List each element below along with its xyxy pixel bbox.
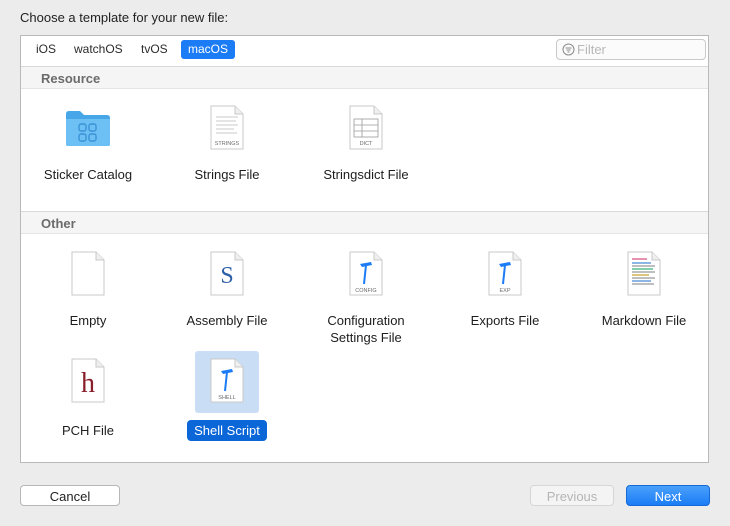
file-badge: SHELL (218, 395, 235, 401)
icon-frame: S (195, 244, 259, 306)
icon-frame (56, 98, 120, 160)
template-label-line1: Configuration (327, 313, 405, 328)
assembly-file-icon: S (210, 251, 244, 296)
tab-watchos[interactable]: watchOS (67, 40, 130, 59)
empty-file-icon (71, 251, 105, 296)
folder-icon (66, 111, 110, 146)
platform-tab-bar: iOS watchOS tvOS macOS (21, 36, 708, 64)
tab-ios[interactable]: iOS (29, 40, 63, 59)
template-stringsdict-file[interactable]: DICT Stringsdict File (296, 98, 436, 188)
icon-frame: STRINGS (195, 98, 259, 160)
file-glyph: S (220, 263, 233, 289)
file-badge: STRINGS (215, 141, 240, 147)
filter-field[interactable] (556, 39, 706, 60)
template-label: PCH File (61, 423, 114, 438)
section-header-other: Other (21, 211, 708, 234)
template-panel: iOS watchOS tvOS macOS Resource (20, 35, 709, 463)
template-markdown-file[interactable]: Markdown File (574, 244, 714, 344)
template-label: Exports File (470, 313, 540, 328)
file-badge: DICT (360, 141, 373, 147)
section-title: Resource (41, 71, 101, 86)
template-label: Sticker Catalog (43, 167, 133, 182)
template-label: Strings File (194, 167, 260, 182)
section-header-resource: Resource (21, 66, 708, 89)
section-title: Other (41, 216, 76, 231)
filter-icon (562, 43, 575, 56)
next-button[interactable]: Next (626, 485, 710, 506)
template-pch-file[interactable]: h PCH File (18, 351, 158, 446)
dialog-title: Choose a template for your new file: (20, 10, 229, 25)
template-label: Shell Script (157, 420, 297, 441)
template-empty[interactable]: Empty (18, 244, 158, 344)
previous-button[interactable]: Previous (530, 485, 614, 506)
template-label: Configuration Settings File (296, 312, 436, 346)
pch-file-icon: h (71, 358, 105, 403)
strings-file-icon: STRINGS (210, 105, 244, 150)
file-glyph: h (81, 368, 95, 399)
filter-input[interactable] (577, 41, 699, 58)
template-label-selected: Shell Script (187, 420, 267, 441)
icon-frame (56, 244, 120, 306)
tab-macos[interactable]: macOS (181, 40, 236, 59)
template-label: Markdown File (601, 313, 687, 328)
template-strings-file[interactable]: STRINGS Strings File (157, 98, 297, 188)
template-label: Assembly File (186, 313, 268, 328)
tab-tvos[interactable]: tvOS (134, 40, 175, 59)
icon-frame-selected: SHELL (195, 351, 259, 413)
template-label: Empty (69, 313, 107, 328)
cancel-button[interactable]: Cancel (20, 485, 120, 506)
template-label: Stringsdict File (323, 167, 409, 182)
file-badge: CONFIG (355, 288, 376, 294)
icon-frame (612, 244, 676, 306)
icon-frame: EXP (473, 244, 537, 306)
icon-frame: DICT (334, 98, 398, 160)
shell-script-icon: SHELL (210, 358, 244, 403)
template-sticker-catalog[interactable]: Sticker Catalog (18, 98, 158, 188)
file-badge: EXP (499, 288, 510, 294)
template-exports-file[interactable]: EXP Exports File (435, 244, 575, 344)
config-file-icon: CONFIG (349, 251, 383, 296)
stringsdict-file-icon: DICT (349, 105, 383, 150)
template-label-line2: Settings File (330, 330, 402, 345)
template-assembly-file[interactable]: S Assembly File (157, 244, 297, 344)
icon-frame: h (56, 351, 120, 413)
exports-file-icon: EXP (488, 251, 522, 296)
template-configuration-settings-file[interactable]: CONFIG Configuration Settings File (296, 244, 436, 346)
markdown-file-icon (627, 251, 661, 296)
template-shell-script[interactable]: SHELL Shell Script (157, 351, 297, 446)
icon-frame: CONFIG (334, 244, 398, 306)
